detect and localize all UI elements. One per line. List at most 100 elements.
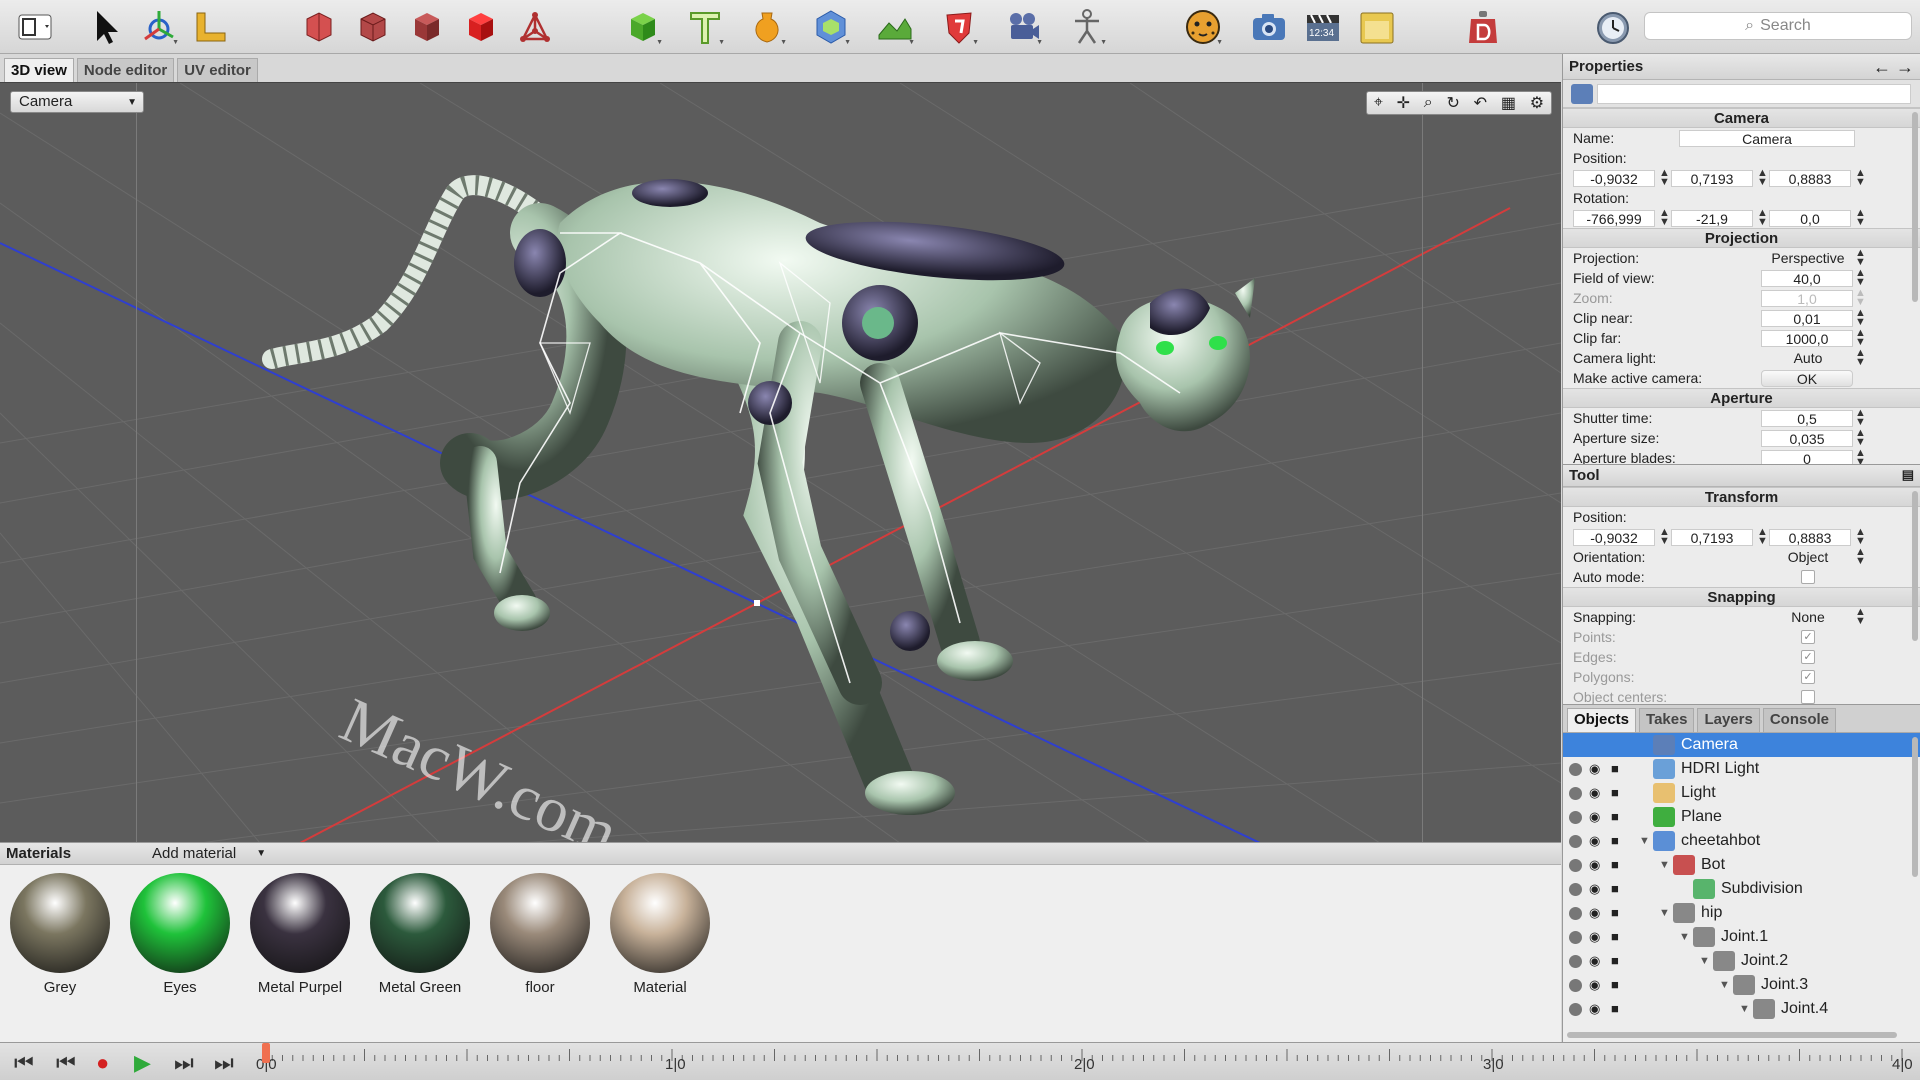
updown-icon[interactable]: ▲ ▼ — [1855, 547, 1866, 567]
eye-icon[interactable]: ◉ — [1589, 949, 1605, 968]
go-to-start-icon[interactable]: ⏮ — [14, 1052, 34, 1074]
object-centers-checkbox[interactable] — [1801, 690, 1815, 704]
position-z-field[interactable]: 0,8883 — [1769, 170, 1851, 187]
stepper-icon[interactable]: ▲ ▼ — [1659, 168, 1670, 188]
eye-icon[interactable]: ◉ — [1589, 757, 1605, 776]
object-row[interactable]: ◉ ■ Light — [1563, 781, 1920, 805]
box-red-icon[interactable] — [460, 6, 502, 48]
vase-icon[interactable]: ▼ — [746, 6, 788, 48]
material-item[interactable]: Metal Green — [368, 873, 472, 996]
chevron-down-icon[interactable]: ▼ — [256, 848, 266, 859]
status-dot-icon[interactable] — [1569, 859, 1582, 872]
tool-scrollbar[interactable] — [1912, 491, 1918, 641]
name-field[interactable]: Camera — [1679, 130, 1855, 147]
playhead-marker[interactable] — [262, 1043, 270, 1063]
object-header-field[interactable] — [1597, 84, 1911, 104]
properties-scrollbar[interactable] — [1912, 112, 1918, 302]
material-item[interactable]: Material — [608, 873, 712, 996]
pan-icon[interactable]: ✛ — [1397, 93, 1410, 113]
camera-light-select[interactable]: Auto — [1761, 350, 1855, 367]
search-field[interactable]: ⌕ Search — [1644, 12, 1912, 40]
eye-icon[interactable]: ◉ — [1589, 781, 1605, 800]
box-solid-icon[interactable] — [406, 6, 448, 48]
text-tool-icon[interactable]: ▼ — [684, 6, 726, 48]
material-item[interactable]: Metal Purpel — [248, 873, 352, 996]
stepper-icon[interactable]: ▲ ▼ — [1855, 268, 1866, 288]
stepper-icon[interactable]: ▲ ▼ — [1855, 208, 1866, 228]
tab-uv-editor[interactable]: UV editor — [177, 58, 258, 82]
edges-checkbox[interactable]: ✓ — [1801, 650, 1815, 664]
eye-icon[interactable]: ◉ — [1589, 901, 1605, 920]
object-row[interactable]: ◉ ■ Plane — [1563, 805, 1920, 829]
expand-triangle-icon[interactable]: ▼ — [1659, 901, 1670, 925]
scene-canvas[interactable] — [0, 83, 1561, 842]
measure-ruler-icon[interactable] — [190, 6, 232, 48]
object-row[interactable]: ◉ ■ ▼ cheetahbot — [1563, 829, 1920, 853]
stepper-icon[interactable]: ▲ ▼ — [1855, 168, 1866, 188]
grid-layout-icon[interactable]: ▦ — [1501, 93, 1516, 113]
3d-viewport[interactable]: Camera ▼ ⌖ ✛ ⌕ ↻ ↶ ▦ ⚙ MacW.com — [0, 82, 1561, 842]
node-graph-icon[interactable] — [514, 6, 556, 48]
nav-arrows-icon[interactable]: ← → — [1873, 57, 1914, 78]
stopwatch-icon[interactable] — [1592, 6, 1634, 48]
object-row[interactable]: ◉ ■ ▼ Joint.1 — [1563, 925, 1920, 949]
tab-3d-view[interactable]: 3D view — [4, 58, 74, 82]
expand-triangle-icon[interactable]: ▼ — [1699, 949, 1710, 973]
box-faces-icon[interactable] — [352, 6, 394, 48]
eye-icon[interactable]: ◉ — [1589, 973, 1605, 992]
stepper-icon[interactable]: ▲ ▼ — [1855, 328, 1866, 348]
eye-icon[interactable]: ◉ — [1589, 829, 1605, 848]
undo-view-icon[interactable]: ↶ — [1474, 93, 1487, 113]
zoom-icon[interactable]: ⌕ — [1424, 94, 1433, 112]
expand-triangle-icon[interactable]: ▼ — [1639, 829, 1650, 853]
view-toggle-icon[interactable] — [14, 6, 56, 48]
expand-triangle-icon[interactable]: ▼ — [1679, 925, 1690, 949]
eye-icon[interactable]: ◉ — [1589, 877, 1605, 896]
status-dot-icon[interactable] — [1569, 1003, 1582, 1016]
dumbbell-weight-icon[interactable] — [1462, 6, 1504, 48]
step-forward-icon[interactable]: ⏭ — [174, 1052, 194, 1074]
render-camera-icon[interactable]: ■ — [1611, 997, 1627, 1016]
terrain-icon[interactable]: ▼ — [874, 6, 916, 48]
play-icon[interactable]: ▶ — [134, 1052, 151, 1074]
status-dot-icon[interactable] — [1569, 979, 1582, 992]
tool-position-x-field[interactable]: -0,9032 — [1573, 529, 1655, 546]
render-camera-icon[interactable]: ■ — [1611, 973, 1627, 992]
expand-triangle-icon[interactable]: ▼ — [1659, 853, 1670, 877]
render-camera-icon[interactable]: ■ — [1611, 901, 1627, 920]
orbit-target-icon[interactable]: ⌖ — [1374, 94, 1383, 112]
figure-skeleton-icon[interactable]: ▼ — [1066, 6, 1108, 48]
step-back-icon[interactable]: ⏮︎ — [56, 1052, 76, 1074]
stepper-icon[interactable]: ▲ ▼ — [1757, 208, 1768, 228]
status-dot-icon[interactable] — [1569, 811, 1582, 824]
stepper-icon[interactable]: ▲ ▼ — [1855, 408, 1866, 428]
box-wire-icon[interactable] — [298, 6, 340, 48]
rotation-x-field[interactable]: -766,999 — [1573, 210, 1655, 227]
tab-takes[interactable]: Takes — [1639, 708, 1695, 732]
status-dot-icon[interactable] — [1569, 907, 1582, 920]
expand-triangle-icon[interactable]: ▼ — [1719, 973, 1730, 997]
transform-gizmo-icon[interactable]: ▼ — [138, 6, 180, 48]
expand-triangle-icon[interactable]: ▼ — [1739, 997, 1750, 1021]
updown-icon[interactable]: ▲ ▼ — [1855, 348, 1866, 368]
stepper-icon[interactable]: ▲ ▼ — [1855, 308, 1866, 328]
status-dot-icon[interactable] — [1569, 931, 1582, 944]
gear-icon[interactable]: ⚙ — [1530, 93, 1544, 113]
object-row[interactable]: Camera — [1563, 733, 1920, 757]
rotate-view-icon[interactable]: ↻ — [1447, 93, 1460, 113]
film-camera-icon[interactable]: ▼ — [1002, 6, 1044, 48]
object-row[interactable]: ◉ ■ ▼ Joint.2 — [1563, 949, 1920, 973]
stepper-icon[interactable]: ▲ ▼ — [1855, 428, 1866, 448]
render-camera-icon[interactable]: ■ — [1611, 805, 1627, 824]
material-item[interactable]: floor — [488, 873, 592, 996]
stepper-icon[interactable]: ▲ ▼ — [1757, 168, 1768, 188]
tab-console[interactable]: Console — [1762, 708, 1837, 732]
orientation-select[interactable]: Object — [1761, 549, 1855, 566]
status-dot-icon[interactable] — [1569, 787, 1582, 800]
fov-field[interactable]: 40,0 — [1761, 270, 1853, 287]
make-active-button[interactable]: OK — [1761, 370, 1853, 387]
tool-position-z-field[interactable]: 0,8883 — [1769, 529, 1851, 546]
shield-deformer-icon[interactable]: ▼ — [938, 6, 980, 48]
tab-objects[interactable]: Objects — [1567, 708, 1637, 732]
folder-panel-icon[interactable] — [1356, 6, 1398, 48]
